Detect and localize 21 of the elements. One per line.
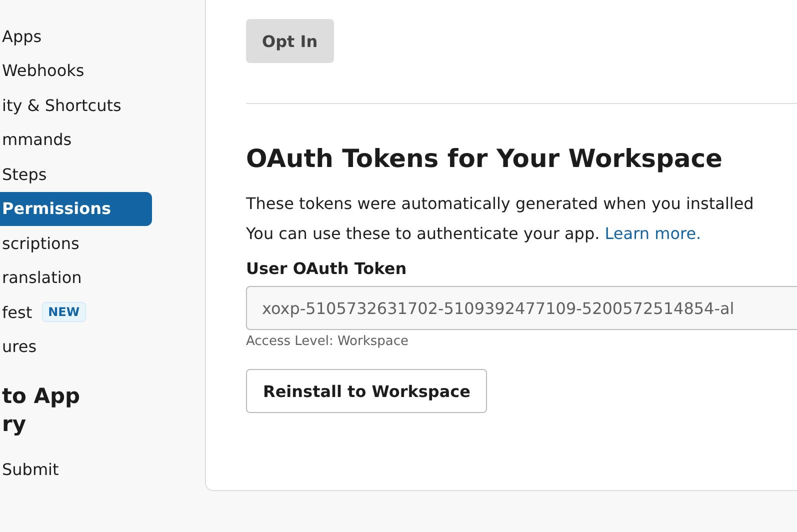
- description-text: These tokens were automatically generated when you installed You can use these to authenticate your app. Learn more.: [246, 193, 755, 245]
- token-field[interactable]: xoxp-5105732631702-5109392477109-5200572514854-al: [246, 286, 797, 330]
- sidebar-item[interactable]: mmands: [0, 122, 152, 157]
- sidebar-item[interactable]: Steps: [0, 157, 152, 192]
- sidebar-item[interactable]: Apps: [0, 19, 152, 54]
- sidebar-item[interactable]: Permissions: [0, 192, 152, 226]
- opt-in-button[interactable]: Opt In: [246, 19, 334, 63]
- access-level-text: Access Level: Workspace: [246, 334, 410, 349]
- sidebar-item[interactable]: ures: [0, 330, 152, 364]
- token-label: User OAuth Token: [246, 259, 408, 278]
- sidebar-item[interactable]: Webhooks: [0, 54, 152, 88]
- sidebar-item[interactable]: fest NEW: [0, 295, 152, 330]
- learn-more-link[interactable]: Learn more.: [604, 224, 702, 243]
- section-title: to App ry: [2, 383, 82, 438]
- sidebar-item[interactable]: scriptions: [0, 226, 152, 260]
- sidebar-item[interactable]: Submit: [0, 452, 152, 486]
- reinstall-button[interactable]: Reinstall to Workspace: [246, 369, 488, 413]
- sidebar-item[interactable]: ity & Shortcuts: [0, 88, 152, 122]
- section-heading: OAuth Tokens for Your Workspace: [246, 144, 724, 173]
- sidebar-item[interactable]: ranslation: [0, 260, 152, 295]
- new-badge: NEW: [42, 302, 86, 322]
